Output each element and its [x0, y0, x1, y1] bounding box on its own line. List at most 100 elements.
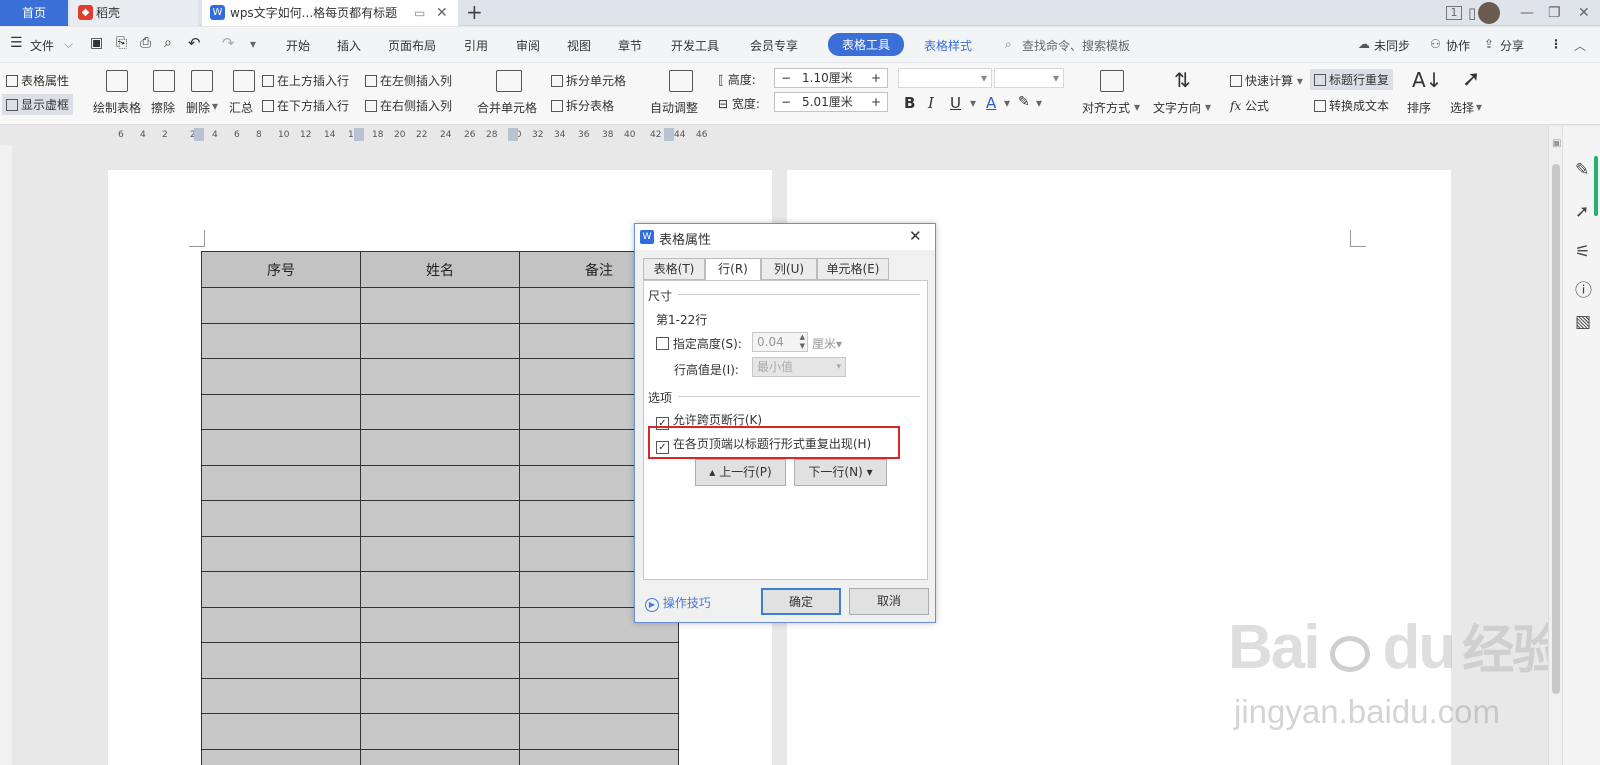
height-input[interactable]: 0.04 ▲ ▼ — [752, 332, 808, 352]
table-cell[interactable] — [201, 358, 361, 395]
table-cell[interactable] — [201, 535, 361, 572]
table-cell[interactable] — [519, 713, 679, 750]
menu-reference[interactable]: 引用 — [464, 37, 488, 54]
scroll-up-icon[interactable]: ▣ — [1552, 138, 1561, 158]
table-cell[interactable] — [201, 429, 361, 466]
bold-icon[interactable]: B — [904, 94, 915, 112]
undo-icon[interactable]: ↶ — [188, 34, 201, 52]
minimize-icon[interactable]: — — [1520, 0, 1534, 26]
font-color-icon[interactable]: A — [986, 94, 996, 112]
table-cell[interactable] — [360, 393, 520, 430]
export-pdf-icon[interactable]: ⎘ — [116, 35, 127, 51]
convert-to-text-button[interactable]: 转换成文本 — [1314, 97, 1389, 114]
delete-button[interactable]: 删除 — [186, 99, 210, 116]
horizontal-ruler[interactable]: 6422468101214161820222426283032343638404… — [118, 128, 758, 142]
tab-column[interactable]: 列(U) — [761, 258, 817, 280]
table-row[interactable] — [201, 713, 679, 750]
collab-button[interactable]: 协作 — [1446, 37, 1470, 54]
ok-button[interactable]: 确定 — [761, 588, 841, 615]
search-icon[interactable]: ⌕ — [1005, 37, 1012, 52]
collapse-ribbon-icon[interactable]: ︿ — [1574, 37, 1586, 54]
table-cell[interactable] — [201, 642, 361, 679]
table-cell[interactable] — [360, 322, 520, 359]
height-decrement[interactable]: − — [781, 69, 791, 87]
menu-chapter[interactable]: 章节 — [618, 37, 642, 54]
table-header-row[interactable]: 序号 姓名 备注 — [201, 251, 679, 288]
insert-row-below-button[interactable]: 在下方插入行 — [262, 97, 349, 114]
align-button[interactable]: 对齐方式 — [1082, 99, 1130, 116]
tab-document[interactable]: W wps文字如何...格每页都有标题 ▭ ✕ — [202, 0, 458, 26]
print-preview-icon[interactable]: ⌕ — [164, 35, 172, 51]
table-cell[interactable] — [519, 642, 679, 679]
summary-button[interactable]: 汇总 — [229, 99, 253, 116]
table-cell[interactable] — [360, 748, 520, 765]
table-row[interactable] — [201, 677, 679, 714]
width-spinbox[interactable]: − 5.01厘米 + — [774, 92, 888, 112]
tab-row[interactable]: 行(R) — [705, 258, 761, 281]
file-dropdown-icon[interactable]: ⌵ — [64, 37, 73, 52]
row-height-mode-select[interactable]: 最小值 ▾ — [752, 357, 846, 377]
select-button[interactable]: 选择 — [1450, 99, 1474, 116]
underline-icon[interactable]: U — [950, 94, 961, 112]
close-tab-icon[interactable]: ✕ — [436, 0, 448, 26]
menu-table-style[interactable]: 表格样式 — [924, 37, 972, 54]
insert-col-left-button[interactable]: 在左侧插入列 — [365, 72, 452, 89]
table-cell[interactable] — [201, 748, 361, 765]
font-name-select[interactable]: ▾ — [898, 68, 992, 88]
table-cell[interactable] — [201, 606, 361, 643]
save-icon[interactable]: ▣ — [90, 35, 103, 51]
table-cell[interactable] — [360, 713, 520, 750]
table-cell[interactable] — [360, 429, 520, 466]
table-row[interactable] — [201, 571, 679, 608]
table-cell[interactable] — [201, 393, 361, 430]
height-spin-icon[interactable]: ▲ ▼ — [800, 333, 805, 351]
pointer-icon[interactable]: ➚ — [1575, 202, 1589, 222]
ruler-column-marker[interactable] — [354, 128, 364, 141]
vertical-ruler[interactable] — [0, 145, 12, 765]
height-increment[interactable]: + — [871, 69, 881, 87]
menu-file[interactable]: 文件 — [30, 37, 54, 54]
table-row[interactable] — [201, 535, 679, 572]
sort-button[interactable]: 排序 — [1407, 99, 1431, 116]
help-icon[interactable]: ⓘ — [1575, 276, 1592, 301]
table-cell[interactable] — [360, 677, 520, 714]
width-increment[interactable]: + — [871, 93, 881, 111]
specify-height-checkbox[interactable]: 指定高度(S): — [656, 335, 742, 352]
text-direction-dropdown-icon[interactable]: ▾ — [1205, 100, 1211, 114]
restore-icon[interactable]: ❐ — [1548, 0, 1561, 26]
height-spinbox[interactable]: − 1.10厘米 + — [774, 68, 888, 88]
highlight-icon[interactable]: ✎ — [1018, 94, 1030, 110]
table-row[interactable] — [201, 322, 679, 359]
ruler-column-marker[interactable] — [508, 128, 518, 141]
table-row[interactable] — [201, 748, 679, 765]
sync-status[interactable]: 未同步 — [1374, 37, 1410, 54]
print-icon[interactable]: ⎙ — [140, 35, 151, 51]
table-row[interactable] — [201, 287, 679, 324]
tab-daoke[interactable]: ◆ 稻壳 — [70, 0, 198, 26]
font-color-dropdown-icon[interactable]: ▾ — [1004, 96, 1010, 110]
table-cell[interactable] — [360, 358, 520, 395]
new-tab-icon[interactable]: + — [466, 0, 483, 26]
underline-dropdown-icon[interactable]: ▾ — [970, 96, 976, 110]
hamburger-icon[interactable]: ☰ — [10, 35, 23, 51]
highlight-dropdown-icon[interactable]: ▾ — [1036, 96, 1042, 110]
menu-dev-tools[interactable]: 开发工具 — [671, 37, 719, 54]
table-cell[interactable] — [360, 464, 520, 501]
ruler-column-marker[interactable] — [664, 128, 674, 141]
layout-icon[interactable]: ▯ — [1468, 0, 1476, 26]
table-row[interactable] — [201, 500, 679, 537]
table-cell[interactable] — [519, 748, 679, 765]
header-cell-name[interactable]: 姓名 — [360, 251, 520, 288]
avatar[interactable] — [1478, 2, 1500, 24]
erase-button[interactable]: 擦除 — [151, 99, 175, 116]
table-cell[interactable] — [360, 606, 520, 643]
text-direction-button[interactable]: 文字方向 — [1153, 99, 1201, 116]
window-count-icon[interactable]: 1 — [1446, 6, 1462, 20]
font-size-select[interactable]: ▾ — [994, 68, 1064, 88]
close-window-icon[interactable]: ✕ — [1578, 0, 1590, 26]
table-cell[interactable] — [360, 571, 520, 608]
header-cell-index[interactable]: 序号 — [201, 251, 361, 288]
delete-dropdown-icon[interactable]: ▾ — [212, 99, 218, 113]
quick-calc-button[interactable]: 快速计算 ▾ — [1230, 72, 1303, 89]
command-search[interactable]: 查找命令、搜索模板 — [1022, 37, 1130, 54]
